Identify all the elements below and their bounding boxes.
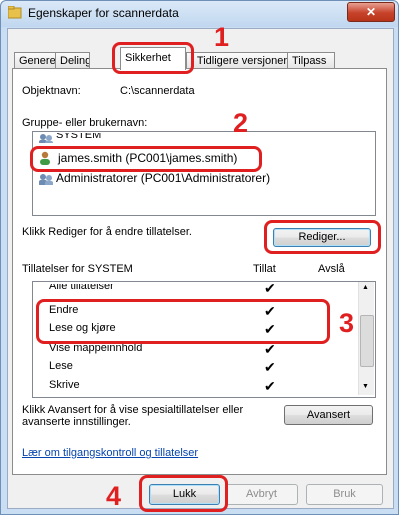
list-item[interactable]: Administratorer (PC001\Administratorer): [38, 173, 368, 185]
scroll-down-icon[interactable]: ▼: [362, 383, 369, 390]
permission-row: Alle tillatelser ✔: [49, 284, 349, 293]
permission-name: Skrive: [49, 379, 80, 391]
permissions-header: Tillatelser for SYSTEM: [22, 263, 133, 275]
allow-check-icon: ✔: [264, 284, 276, 293]
deny-column-header: Avslå: [318, 263, 345, 275]
advanced-hint: Klikk Avansert for å vise spesialtillate…: [22, 404, 244, 416]
group-name: SYSTEM: [56, 133, 102, 141]
advanced-button[interactable]: Avansert: [284, 405, 373, 425]
scroll-up-icon[interactable]: ▲: [362, 284, 369, 291]
permissions-scrollbar[interactable]: ▲ ▼: [358, 282, 374, 395]
folder-icon: [8, 6, 22, 19]
permission-name: Lese: [49, 360, 73, 372]
list-item[interactable]: SYSTEM: [38, 133, 358, 143]
permission-row: Lese ✔: [49, 358, 349, 374]
callout-box-security-tab: [112, 42, 194, 74]
advanced-hint-line2: avanserte innstillinger.: [22, 416, 131, 428]
callout-box-ok: [139, 475, 228, 512]
cancel-button[interactable]: Avbryt: [225, 484, 298, 505]
tab-deling[interactable]: Deling: [55, 52, 90, 69]
close-button[interactable]: ✕: [347, 2, 395, 22]
tab-tidligere-versjoner[interactable]: Tidligere versjoner: [186, 52, 292, 69]
callout-box-permissions: [36, 299, 330, 344]
object-name-value: C:\scannerdata: [120, 85, 195, 97]
window-title: Egenskaper for scannerdata: [28, 6, 179, 20]
allow-column-header: Tillat: [253, 263, 276, 275]
scrollbar-thumb[interactable]: [360, 315, 374, 367]
object-name-label: Objektnavn:: [22, 85, 81, 97]
group-icon: [39, 174, 53, 185]
tab-tilpass[interactable]: Tilpass: [287, 52, 335, 69]
allow-check-icon: ✔: [264, 378, 276, 394]
group-icon: [39, 134, 53, 143]
callout-box-edit: [264, 220, 381, 254]
callout-number-1: 1: [214, 22, 230, 52]
allow-check-icon: ✔: [264, 359, 276, 375]
help-link[interactable]: Lær om tilgangskontroll og tillatelser: [22, 447, 198, 459]
callout-number-4: 4: [106, 481, 122, 511]
group-name: Administratorer (PC001\Administratorer): [56, 173, 271, 185]
edit-hint: Klikk Rediger for å endre tillatelser.: [22, 226, 192, 238]
callout-box-user: [30, 146, 262, 172]
permission-name: Alle tillatelser: [49, 284, 114, 292]
permission-row: Skrive ✔: [49, 377, 349, 393]
callout-number-3: 3: [339, 308, 355, 338]
apply-button[interactable]: Bruk: [306, 484, 383, 505]
callout-number-2: 2: [233, 108, 249, 138]
groups-label: Gruppe- eller brukernavn:: [22, 117, 148, 129]
tab-generelt[interactable]: Generelt: [14, 52, 61, 69]
